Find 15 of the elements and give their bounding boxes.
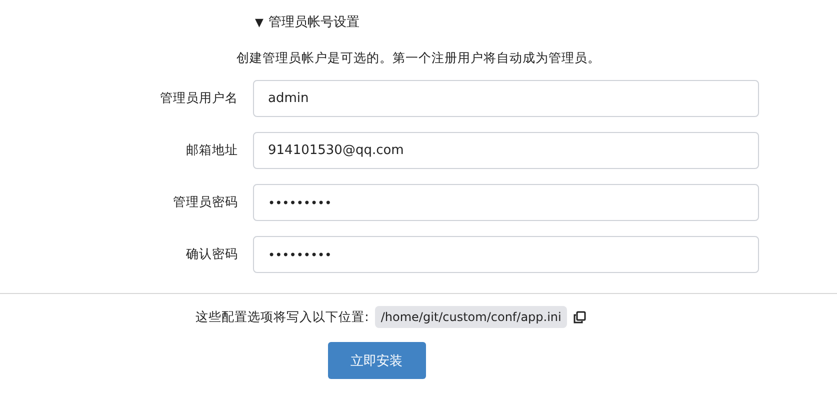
field-label: 管理员密码 — [172, 194, 238, 211]
password-field[interactable]: ••••••••• — [253, 184, 759, 221]
input-field[interactable]: admin — [253, 80, 759, 117]
notice-text: 创建管理员帐户是可选的。第一个注册用户将自动成为管理员。 — [236, 50, 602, 67]
password-field[interactable]: ••••••••• — [253, 236, 759, 273]
field-label: 邮箱地址 — [185, 142, 238, 159]
section-title: 管理员帐号设置 — [268, 14, 360, 31]
field-label: 管理员用户名 — [159, 90, 238, 107]
field-label: 确认密码 — [185, 246, 238, 263]
copy-icon[interactable] — [573, 310, 586, 324]
install-button[interactable]: 立即安装 — [328, 342, 426, 379]
config-path: /home/git/custom/conf/app.ini — [374, 306, 568, 328]
input-field[interactable]: 914101530@qq.com — [253, 132, 759, 169]
collapse-toggle[interactable]: ▼ — [255, 16, 264, 28]
config-label: 这些配置选项将写入以下位置: — [196, 308, 369, 326]
